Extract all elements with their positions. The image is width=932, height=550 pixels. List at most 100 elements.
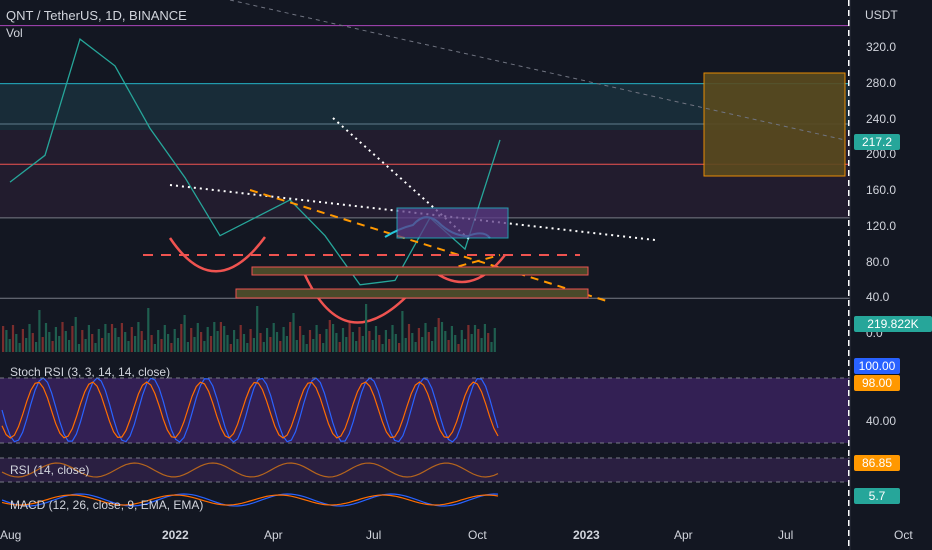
volume-bar	[213, 322, 216, 352]
volume-bar	[272, 323, 275, 352]
time-tick: 2023	[573, 528, 600, 542]
volume-bar	[249, 329, 252, 352]
volume-bar	[259, 333, 262, 352]
volume-bar	[378, 335, 381, 352]
stoch-tick: 40.00	[866, 414, 897, 428]
volume-bar	[31, 333, 34, 352]
volume-bar	[483, 324, 486, 352]
volume-bar	[94, 343, 97, 352]
volume-bar	[434, 327, 437, 352]
stoch-k-badge: 100.00	[854, 358, 900, 374]
volume-bar	[203, 341, 206, 352]
volume-bar	[38, 310, 41, 352]
chart-title: QNT / TetherUS, 1D, BINANCE	[6, 8, 187, 23]
macd-label: MACD (12, 26, close, 9, EMA, EMA)	[10, 498, 204, 512]
volume-bar	[74, 317, 77, 352]
volume-bar	[437, 318, 440, 352]
price-chart	[0, 0, 851, 550]
volume-bar	[183, 315, 186, 352]
volume-bar	[431, 341, 434, 352]
volume-bar	[170, 343, 173, 352]
volume-bar	[275, 332, 279, 352]
volume-bar	[134, 336, 137, 352]
time-tick: 2022	[162, 528, 189, 542]
volume-bar	[150, 335, 153, 352]
volume-bar	[91, 334, 94, 352]
volume-bar	[216, 331, 219, 352]
volume-bar	[384, 330, 387, 352]
volume-bar	[107, 333, 110, 352]
volume-bar	[421, 337, 424, 352]
time-tick: Oct	[894, 528, 913, 542]
volume-bar	[302, 335, 305, 352]
volume-bar	[480, 338, 483, 352]
volume-bar	[450, 326, 453, 352]
volume-bar	[180, 324, 183, 352]
volume-bar	[51, 341, 54, 352]
volume-bar	[322, 343, 325, 352]
volume-bar	[110, 324, 114, 352]
volume-bar	[140, 331, 143, 352]
volume-bar	[77, 344, 81, 352]
volume-bar	[15, 334, 18, 352]
volume-bar	[398, 343, 401, 352]
volume-bar	[25, 338, 28, 352]
price-tick: 120.0	[866, 218, 897, 233]
volume-bar	[44, 323, 48, 352]
volume-bar	[147, 308, 150, 352]
volume-bar	[81, 330, 84, 352]
consolidation-box	[396, 207, 509, 239]
volume-bar	[332, 324, 335, 352]
volume-bar	[285, 336, 288, 352]
price-tick: 320.0	[866, 40, 897, 54]
volume-bar	[8, 339, 11, 352]
volume-bar	[424, 323, 427, 352]
volume-bar	[487, 333, 490, 352]
volume-bar	[153, 344, 156, 352]
volume-bar	[143, 340, 147, 352]
volume-bar	[457, 344, 460, 352]
volume-bar	[447, 340, 450, 352]
volume-bar	[460, 330, 463, 352]
macd-badge: 5.7	[854, 488, 900, 504]
volume-bar	[176, 338, 180, 352]
stoch-d-badge: 98.00	[854, 375, 900, 391]
volume-bar	[104, 324, 107, 352]
volume-bar	[312, 339, 315, 352]
rsi-band	[0, 458, 850, 482]
volume-bar	[200, 332, 203, 352]
volume-bar	[361, 336, 364, 352]
volume-bar	[127, 341, 130, 352]
volume-bar	[117, 337, 120, 352]
volume-bar	[440, 322, 444, 352]
volume-bar	[358, 327, 361, 352]
volume-bar	[404, 338, 407, 352]
volume-bar	[269, 337, 272, 352]
volume-bar	[477, 329, 480, 352]
volume-bar	[315, 325, 318, 352]
volume-bar	[289, 322, 292, 352]
volume-bar	[229, 344, 232, 352]
volume-bar	[325, 329, 328, 352]
volume-bar	[256, 306, 259, 352]
volume-bar	[11, 325, 15, 352]
volume-bar	[318, 334, 321, 352]
volume-bar	[68, 340, 71, 352]
volume-bar	[470, 334, 473, 352]
volume-bar	[414, 342, 417, 352]
volume-bar	[279, 341, 282, 352]
stoch-rsi-label: Stoch RSI (3, 3, 14, 14, close)	[10, 365, 171, 379]
price-tick: 280.0	[866, 75, 897, 90]
volume-bar	[124, 332, 127, 352]
time-tick: Oct	[468, 528, 487, 542]
volume-bar	[226, 335, 229, 352]
volume-bar	[252, 338, 255, 352]
price-tick: 40.0	[866, 290, 890, 305]
volume-bar	[365, 304, 368, 352]
volume-bar	[246, 343, 249, 352]
volume-bar	[335, 333, 338, 352]
volume-bar	[266, 328, 269, 352]
volume-bar	[467, 325, 470, 352]
volume-bar	[41, 337, 44, 352]
volume-bar	[130, 327, 133, 352]
